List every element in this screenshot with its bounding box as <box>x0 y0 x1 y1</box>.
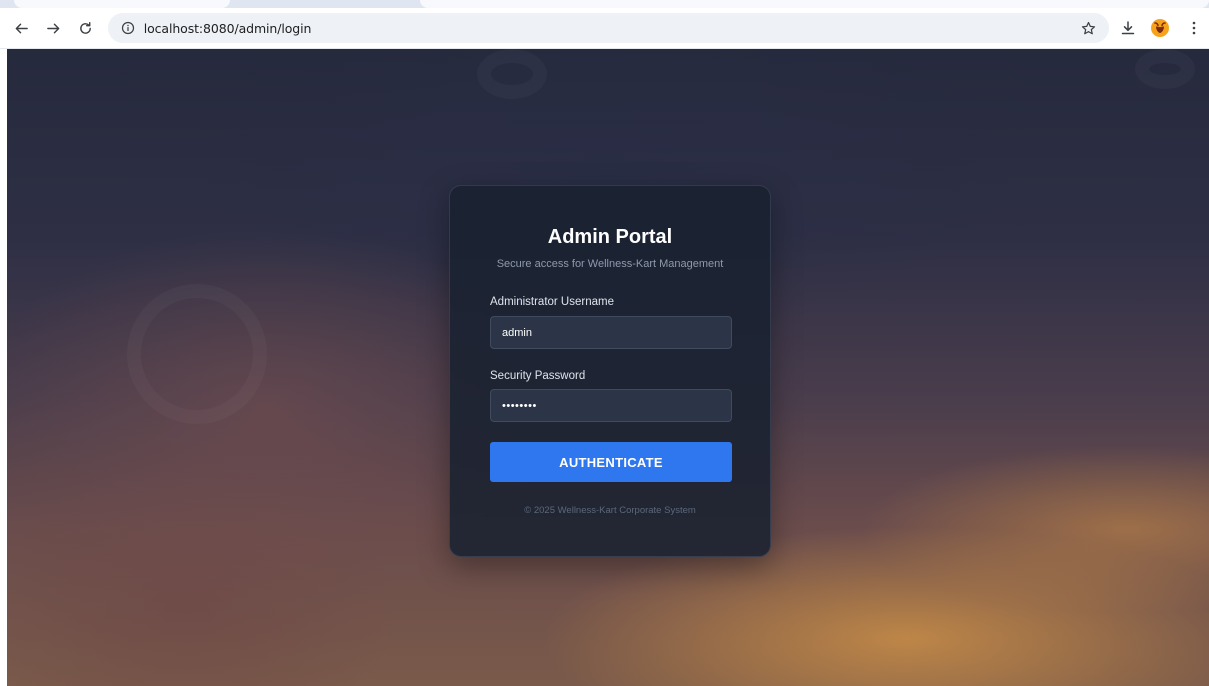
download-icon <box>1122 21 1135 35</box>
profile-avatar-icon <box>1151 19 1170 37</box>
username-input[interactable]: admin <box>490 316 732 349</box>
tab-edge-left <box>14 0 230 8</box>
username-label: Administrator Username <box>490 296 614 308</box>
profile-button[interactable] <box>1145 13 1175 43</box>
tab-edge-right <box>420 0 1209 8</box>
back-button[interactable] <box>8 14 36 42</box>
password-input[interactable]: •••••••• <box>490 389 732 422</box>
background-logo-watermark <box>477 49 547 99</box>
star-icon[interactable] <box>1075 15 1101 41</box>
username-value: admin <box>502 326 532 339</box>
tab-strip <box>0 0 1209 8</box>
password-value: •••••••• <box>502 399 537 412</box>
password-label: Security Password <box>490 370 586 382</box>
page-title: Admin Portal <box>547 226 673 248</box>
background-logo-watermark <box>127 284 267 424</box>
url-text[interactable]: localhost:8080/admin/login <box>144 21 312 36</box>
arrow-right-icon <box>47 23 60 33</box>
authenticate-button[interactable]: AUTHENTICATE <box>490 442 732 482</box>
background-logo-watermark <box>1135 49 1195 89</box>
download-button[interactable] <box>1113 13 1143 43</box>
info-icon[interactable] <box>120 20 136 36</box>
arrow-left-icon <box>16 23 29 33</box>
browser-toolbar: localhost:8080/admin/login <box>0 8 1209 49</box>
reload-button[interactable] <box>72 14 100 42</box>
page-subtitle: Secure access for Wellness-Kart Manageme… <box>496 258 724 270</box>
forward-button[interactable] <box>40 14 68 42</box>
page-background: Admin Portal Secure access for Wellness-… <box>7 49 1209 686</box>
login-card: Admin Portal Secure access for Wellness-… <box>449 185 771 557</box>
menu-button[interactable] <box>1179 13 1209 43</box>
reload-icon <box>80 21 92 34</box>
kebab-menu-icon <box>1192 21 1196 35</box>
address-bar[interactable]: localhost:8080/admin/login <box>107 13 1110 43</box>
copyright-footer: © 2025 Wellness-Kart Corporate System <box>524 505 696 516</box>
